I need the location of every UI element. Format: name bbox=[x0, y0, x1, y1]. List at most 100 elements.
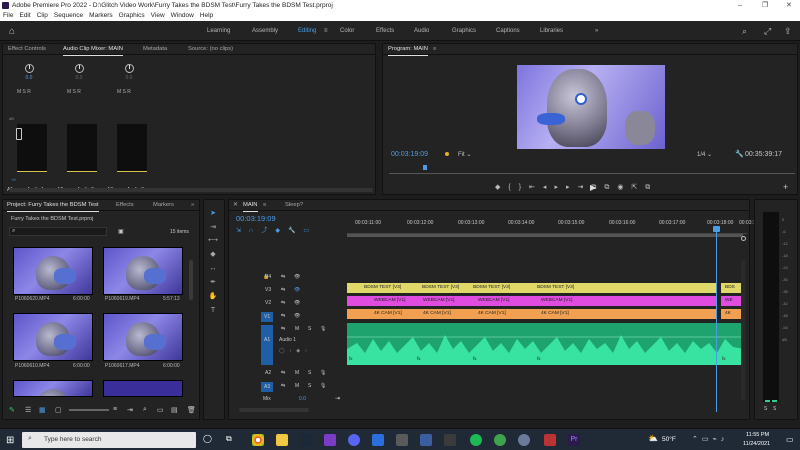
track-label[interactable]: A3 bbox=[261, 382, 273, 392]
sort-icon[interactable]: ≡ bbox=[113, 406, 117, 413]
workspace-libraries[interactable]: Libraries bbox=[540, 28, 563, 34]
pencil-icon[interactable]: ✎ bbox=[9, 406, 15, 414]
weather-icon[interactable]: ⛅ bbox=[648, 434, 658, 443]
workspace-editing[interactable]: Editing bbox=[298, 28, 316, 34]
track-label[interactable]: V1 bbox=[261, 312, 273, 322]
app-icon[interactable] bbox=[324, 434, 336, 446]
app-icon[interactable] bbox=[518, 434, 530, 446]
mic-icon[interactable]: 🎙 bbox=[320, 383, 326, 389]
list-view-icon[interactable]: ☰ bbox=[25, 406, 31, 414]
clip[interactable]: 4K CAM [V1] bbox=[370, 309, 420, 319]
tab-markers[interactable]: Markers bbox=[153, 200, 174, 211]
panel-menu-icon[interactable]: ≡ bbox=[433, 44, 436, 55]
msr-buttons[interactable]: M S R bbox=[17, 89, 51, 95]
timeline-playhead[interactable] bbox=[716, 226, 717, 412]
sync-lock-icon[interactable]: ⇆ bbox=[281, 383, 285, 389]
premiere-pro-icon[interactable]: Pr bbox=[568, 434, 580, 446]
clip[interactable]: WEBCAM [V1] bbox=[537, 296, 587, 306]
media-thumbnail[interactable] bbox=[13, 313, 93, 361]
clip[interactable]: WEBCAM [V1] bbox=[370, 296, 420, 306]
maximize-icon[interactable]: ❐ bbox=[762, 0, 768, 11]
clip[interactable]: WEBCAM [V1] bbox=[419, 296, 469, 306]
media-thumbnail[interactable] bbox=[13, 380, 93, 397]
more-tabs-icon[interactable]: » bbox=[191, 200, 194, 211]
file-explorer-icon[interactable] bbox=[276, 434, 288, 446]
steam-icon[interactable] bbox=[300, 434, 312, 446]
clock-date[interactable]: 11/24/2021 bbox=[743, 441, 770, 447]
menu-edit[interactable]: Edit bbox=[19, 11, 30, 21]
scroll-handle[interactable] bbox=[741, 236, 746, 241]
project-scrollbar[interactable] bbox=[189, 260, 193, 300]
notification-icon[interactable]: ▭ bbox=[786, 435, 794, 444]
tab-project[interactable]: Project: Furry Takes the BDSM Test bbox=[7, 200, 99, 212]
sync-lock-icon[interactable]: ⇆ bbox=[281, 326, 285, 332]
msr-buttons[interactable]: M S R bbox=[117, 89, 151, 95]
app-icon[interactable] bbox=[444, 434, 456, 446]
clip[interactable]: 4K CAM [V1] bbox=[474, 309, 524, 319]
media-thumbnail[interactable] bbox=[13, 247, 93, 295]
app-icon[interactable] bbox=[494, 434, 506, 446]
find-icon[interactable]: ⌕ bbox=[143, 406, 147, 414]
icon-view-icon[interactable]: ▦ bbox=[39, 406, 46, 414]
chevron-right-icon[interactable]: ⇥ bbox=[335, 395, 340, 402]
minimize-icon[interactable]: – bbox=[738, 0, 742, 11]
menu-file[interactable]: File bbox=[3, 11, 13, 21]
clip[interactable]: BDSM TEST [V3] bbox=[533, 283, 593, 293]
app-icon[interactable] bbox=[544, 434, 556, 446]
app-icon[interactable] bbox=[420, 434, 432, 446]
task-view-icon[interactable]: ⧉ bbox=[226, 434, 232, 444]
new-item-icon[interactable]: ▤ bbox=[171, 406, 178, 414]
menu-window[interactable]: Window bbox=[171, 11, 194, 21]
track-label[interactable]: A1 bbox=[261, 325, 273, 365]
menu-graphics[interactable]: Graphics bbox=[119, 11, 145, 21]
play-icon[interactable]: ▶ bbox=[590, 183, 596, 192]
solo-button[interactable]: S bbox=[308, 383, 311, 389]
app-icon[interactable] bbox=[372, 434, 384, 446]
razor-tool-icon[interactable]: ◆ bbox=[208, 250, 218, 260]
workspace-audio[interactable]: Audio bbox=[414, 28, 429, 34]
menu-clip[interactable]: Clip bbox=[37, 11, 48, 21]
eye-icon[interactable]: 👁 bbox=[294, 313, 300, 319]
eye-icon[interactable]: 👁 bbox=[294, 287, 300, 293]
workspace-captions[interactable]: Captions bbox=[496, 28, 520, 34]
mute-button[interactable]: M bbox=[295, 326, 299, 332]
weather-temp[interactable]: 50°F bbox=[662, 436, 676, 443]
workspace-assembly[interactable]: Assembly bbox=[252, 28, 278, 34]
ripple-edit-tool-icon[interactable]: ⟷ bbox=[208, 236, 218, 246]
share-icon[interactable]: ⇪ bbox=[784, 26, 792, 37]
tab-sequence-main[interactable]: MAIN bbox=[243, 200, 258, 212]
clip[interactable]: BDSM TEST [V3] bbox=[469, 283, 519, 293]
eye-icon[interactable]: 👁 bbox=[294, 300, 300, 306]
more-workspaces-icon[interactable]: » bbox=[595, 28, 598, 34]
audio-clip-a1[interactable]: fx fx fx fx fx bbox=[347, 323, 745, 365]
tab-source[interactable]: Source: (no clips) bbox=[188, 44, 233, 55]
add-button-icon[interactable]: + bbox=[783, 182, 788, 192]
horizontal-zoom-scrollbar[interactable] bbox=[239, 408, 309, 412]
workspace-menu-icon[interactable]: ≡ bbox=[324, 28, 328, 34]
work-area-bar[interactable] bbox=[347, 234, 743, 237]
search-icon[interactable]: ⌕ bbox=[742, 26, 747, 37]
mic-icon[interactable]: 🎙 bbox=[320, 370, 326, 376]
pen-tool-icon[interactable]: ✒ bbox=[208, 278, 218, 288]
pan-knob[interactable] bbox=[24, 64, 34, 73]
mute-button[interactable]: M bbox=[295, 383, 299, 389]
discord-icon[interactable] bbox=[348, 434, 360, 446]
mute-button[interactable]: M bbox=[295, 370, 299, 376]
type-tool-icon[interactable]: T bbox=[208, 306, 218, 316]
selection-tool-icon[interactable]: ➤ bbox=[208, 209, 218, 219]
pan-knob[interactable] bbox=[74, 64, 84, 73]
volume-fader[interactable] bbox=[16, 128, 22, 140]
tab-metadata[interactable]: Metadata bbox=[143, 44, 167, 55]
trash-icon[interactable]: 🗑 bbox=[187, 406, 196, 414]
transport-controls[interactable]: ◆{}⇤◂▸▸⇥⧉⧉◉⇱⧉ bbox=[495, 183, 658, 192]
slip-tool-icon[interactable]: ↔ bbox=[208, 264, 218, 274]
cortana-icon[interactable]: ◯ bbox=[203, 434, 212, 443]
tab-sequence-sleep[interactable]: Sleep? bbox=[285, 200, 303, 211]
media-thumbnail[interactable] bbox=[103, 313, 183, 361]
timeline-timecode[interactable]: 00:03:19:09 bbox=[236, 214, 276, 223]
sync-lock-icon[interactable]: ⇆ bbox=[281, 300, 285, 306]
program-time-ruler[interactable] bbox=[389, 173, 795, 174]
menu-view[interactable]: View bbox=[151, 11, 165, 21]
home-icon[interactable]: ⌂ bbox=[9, 26, 15, 37]
solo-right-button[interactable]: S bbox=[773, 406, 776, 412]
